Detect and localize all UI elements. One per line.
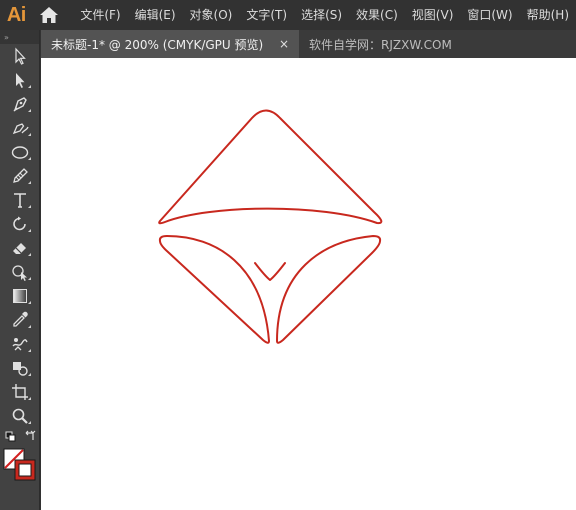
menu-edit[interactable]: 编辑(E) [128,0,183,30]
default-colors-icon[interactable] [5,431,16,442]
tool-group-indicator [28,229,31,232]
tool-group-indicator [28,325,31,328]
artboard-tool[interactable] [0,380,40,404]
zoom-magnifier-icon [12,408,28,424]
tool-group-indicator [28,109,31,112]
panel-collapse-grip[interactable]: » [0,30,39,44]
direct-selection-tool[interactable] [0,68,40,92]
type-t-icon [14,193,26,208]
pencil-icon [13,168,28,183]
menu-effect[interactable]: 效果(C) [349,0,405,30]
app-logo: Ai [6,3,26,26]
tools-panel: » [0,30,40,510]
tab-rjzxw[interactable]: 软件自学网：RJZXW.COM [299,30,462,58]
tool-group-indicator [28,349,31,352]
tab-label: 未标题-1* @ 200% (CMYK/GPU 预览) [51,37,264,52]
eraser-tool[interactable] [0,236,40,260]
pencil-tool[interactable] [0,164,40,188]
tool-group-indicator [28,205,31,208]
menu-type[interactable]: 文字(T) [239,0,294,30]
center-junction-stroke [254,262,286,281]
curvature-tool[interactable] [0,116,40,140]
artboard-canvas[interactable] [41,58,576,510]
artwork [158,109,383,344]
gradient-icon [13,289,27,303]
left-petal-shape [158,235,270,344]
right-petal-shape [276,235,382,344]
eyedropper-tool[interactable] [0,308,40,332]
rotate-icon [13,216,26,231]
ellipse-tool[interactable] [0,140,40,164]
shape-builder-icon [12,265,27,281]
curvature-pen-icon [12,123,29,135]
tool-group-indicator [28,277,31,280]
menu-window[interactable]: 窗口(W) [460,0,519,30]
menu-object[interactable]: 对象(O) [183,0,240,30]
tool-group-indicator [28,397,31,400]
menu-help[interactable]: 帮助(H) [520,0,576,30]
tool-group-indicator [28,421,31,424]
rotate-tool[interactable] [0,212,40,236]
diamond-top-shape [158,109,383,225]
symbol-sprayer-icon [13,362,28,376]
tab-untitled-1[interactable]: 未标题-1* @ 200% (CMYK/GPU 预览) × [41,30,299,58]
shape-builder-tool[interactable] [0,260,40,284]
puppet-warp-tool[interactable] [0,332,40,356]
pen-icon [13,97,27,112]
pen-tool[interactable] [0,92,40,116]
tool-group-indicator [28,301,31,304]
color-swatch-area [0,428,40,488]
tool-group-indicator [28,85,31,88]
tab-label: 软件自学网：RJZXW.COM [309,37,452,52]
tool-group-indicator [28,157,31,160]
eyedropper-icon [13,311,28,327]
tab-close-button[interactable]: × [279,37,289,51]
selection-arrow-icon [15,47,26,65]
tool-group-indicator [28,133,31,136]
menu-file[interactable]: 文件(F) [73,0,127,30]
tool-group-indicator [28,181,31,184]
tool-group-indicator [28,253,31,256]
stroke-swatch[interactable] [14,459,36,481]
swap-colors-icon[interactable] [25,430,36,440]
home-icon[interactable] [33,0,66,30]
menu-items: 文件(F) 编辑(E) 对象(O) 文字(T) 选择(S) 效果(C) 视图(V… [73,0,576,30]
artboard-icon [12,384,28,400]
tool-group-indicator [28,373,31,376]
gradient-tool[interactable] [0,284,40,308]
grip-label: » [4,32,10,42]
type-tool[interactable] [0,188,40,212]
menu-view[interactable]: 视图(V) [405,0,461,30]
eraser-icon [13,243,26,254]
menu-select[interactable]: 选择(S) [294,0,349,30]
direct-selection-arrow-icon [16,73,25,88]
menu-bar: Ai 文件(F) 编辑(E) 对象(O) 文字(T) 选择(S) 效果(C) 视… [0,0,576,30]
puppet-warp-icon [12,338,28,351]
zoom-tool[interactable] [0,404,40,428]
symbol-tool[interactable] [0,356,40,380]
selection-tool[interactable] [0,44,40,68]
ellipse-icon [11,146,29,159]
document-tab-bar: 未标题-1* @ 200% (CMYK/GPU 预览) × 软件自学网：RJZX… [41,30,576,58]
